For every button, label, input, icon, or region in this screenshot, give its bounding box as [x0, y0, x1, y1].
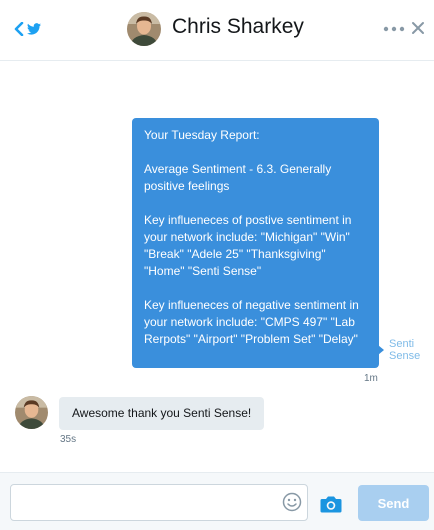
- twitter-bird-icon: [27, 23, 41, 35]
- back-button[interactable]: [13, 18, 41, 40]
- emoji-icon[interactable]: [282, 492, 302, 512]
- sender-avatar[interactable]: [15, 396, 48, 429]
- message-paragraph: Key influeneces of postive sentiment in …: [144, 213, 352, 278]
- sender-logo-line: Senti: [389, 338, 415, 350]
- outgoing-message-bubble: Your Tuesday Report: Average Sentiment -…: [132, 118, 379, 368]
- message-paragraph: Average Sentiment - 6.3. Generally posit…: [144, 162, 332, 193]
- chevron-left-icon: [14, 22, 24, 36]
- message-paragraph: Your Tuesday Report:: [144, 128, 260, 142]
- sender-logo: Senti Sense: [389, 338, 420, 362]
- contact-name[interactable]: Chris Sharkey: [172, 15, 304, 39]
- incoming-timestamp: 35s: [60, 434, 77, 445]
- more-dots-icon[interactable]: [383, 21, 405, 37]
- incoming-message-bubble: Awesome thank you Senti Sense!: [59, 397, 265, 430]
- contact-avatar[interactable]: [127, 12, 161, 46]
- message-paragraph: Key influeneces of negative sentiment in…: [144, 298, 359, 346]
- camera-icon[interactable]: [320, 495, 342, 513]
- bubble-tail: [378, 345, 384, 355]
- sender-logo-line: Sense: [389, 350, 421, 362]
- conversation-header: Chris Sharkey: [0, 0, 434, 61]
- message-composer: Send: [0, 472, 434, 530]
- close-icon[interactable]: [410, 20, 426, 36]
- send-button[interactable]: Send: [358, 485, 429, 521]
- outgoing-timestamp: 1m: [364, 373, 378, 384]
- message-input[interactable]: [10, 484, 308, 521]
